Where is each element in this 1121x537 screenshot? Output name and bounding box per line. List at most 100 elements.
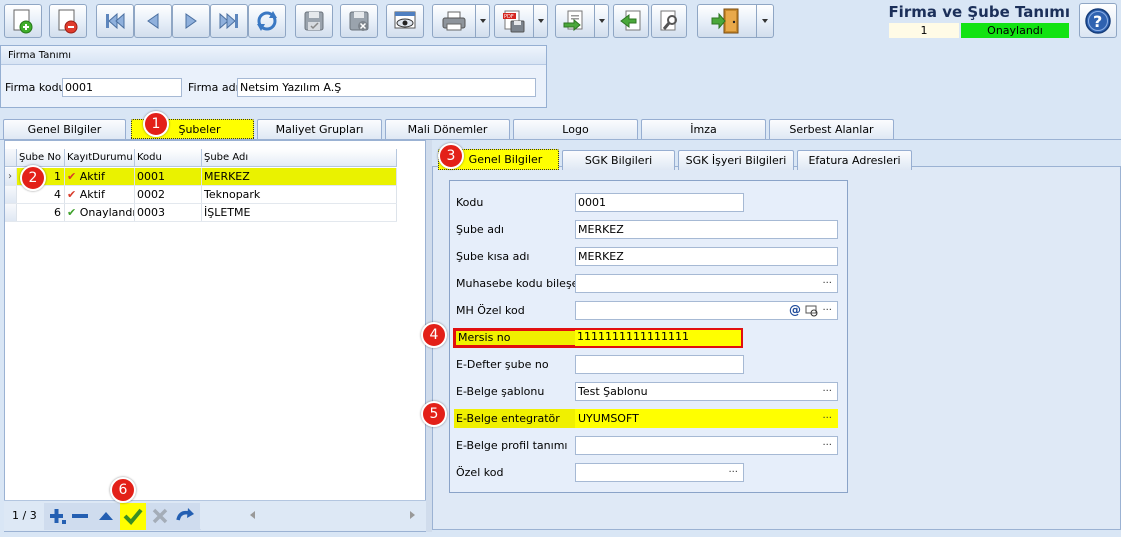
scroll-left-icon[interactable] bbox=[250, 511, 255, 519]
table-row[interactable]: › 1 ✔ Aktif 0001 MERKEZ bbox=[5, 168, 397, 186]
lookup-icon[interactable] bbox=[805, 305, 819, 319]
edefter-sube-no-input[interactable] bbox=[575, 355, 744, 374]
back-button[interactable] bbox=[613, 4, 649, 38]
back-arrow-icon bbox=[620, 10, 641, 31]
scroll-right-icon[interactable] bbox=[410, 511, 415, 519]
tab-logo[interactable]: Logo bbox=[513, 119, 638, 139]
cell-kayit-durumu-text: Aktif bbox=[79, 170, 105, 183]
row-pointer-icon: › bbox=[8, 171, 12, 182]
save-cancel-button[interactable] bbox=[340, 4, 378, 38]
save-cancel-icon bbox=[349, 11, 369, 31]
new-document-button[interactable] bbox=[4, 4, 42, 38]
check-red-icon: ✔ bbox=[67, 170, 77, 183]
column-header-kayit-durumu[interactable]: KayıtDurumu bbox=[65, 149, 135, 166]
firma-adi-label: Firma adı bbox=[188, 81, 239, 94]
column-header-sube-no[interactable]: Şube No bbox=[17, 149, 65, 166]
ellipsis-button[interactable]: ··· bbox=[822, 383, 832, 400]
firma-group: Firma Tanımı bbox=[0, 45, 547, 108]
preview-button[interactable] bbox=[386, 4, 424, 38]
pdf-dropdown[interactable] bbox=[534, 4, 548, 38]
ebelge-profil-input[interactable]: ··· bbox=[575, 436, 838, 455]
delete-document-button[interactable] bbox=[49, 4, 87, 38]
tab-subeler-label: Şubeler bbox=[178, 123, 221, 136]
confirm-button[interactable] bbox=[120, 503, 146, 530]
subtab-sgk-bilgileri[interactable]: SGK Bilgileri bbox=[562, 150, 675, 170]
row-indicator bbox=[5, 204, 17, 221]
ozel-kod-label: Özel kod bbox=[456, 466, 504, 479]
ellipsis-button[interactable]: ··· bbox=[822, 410, 832, 427]
ellipsis-button[interactable]: ··· bbox=[822, 437, 832, 454]
pdf-export-button[interactable]: PDF bbox=[494, 4, 534, 38]
subtab-genel-bilgiler-label: Genel Bilgiler bbox=[468, 153, 543, 166]
mh-ozel-kod-input[interactable]: @ ··· bbox=[575, 301, 838, 320]
add-row-button[interactable] bbox=[47, 505, 67, 527]
tools-button[interactable] bbox=[651, 4, 687, 38]
subtab-sgk-isyeri-bilgileri[interactable]: SGK İşyeri Bilgileri bbox=[678, 150, 794, 170]
annotation-badge-6: 6 bbox=[110, 477, 136, 503]
next-record-button[interactable] bbox=[172, 4, 210, 38]
tab-serbest-alanlar[interactable]: Serbest Alanlar bbox=[769, 119, 894, 139]
exit-dropdown[interactable] bbox=[757, 4, 774, 38]
print-button[interactable] bbox=[432, 4, 476, 38]
row-indicator: › bbox=[5, 168, 17, 185]
new-document-icon bbox=[13, 9, 33, 34]
ellipsis-button[interactable]: ··· bbox=[728, 464, 738, 481]
mersis-no-input[interactable]: 1111111111111111 bbox=[575, 330, 741, 346]
refresh-icon bbox=[257, 11, 277, 31]
save-button[interactable] bbox=[295, 4, 333, 38]
column-header-kodu[interactable]: Kodu bbox=[135, 149, 202, 166]
ebelge-entegrator-input[interactable]: UYUMSOFT ··· bbox=[575, 409, 838, 428]
redo-button[interactable] bbox=[174, 505, 196, 527]
table-row[interactable]: 6 ✔ Onaylandı 0003 İŞLETME bbox=[5, 204, 397, 222]
subtab-efatura-adresleri[interactable]: Efatura Adresleri bbox=[797, 150, 912, 170]
mh-ozel-kod-label: MH Özel kod bbox=[456, 304, 525, 317]
cell-kodu: 0001 bbox=[135, 168, 202, 185]
tab-maliyet-gruplari[interactable]: Maliyet Grupları bbox=[257, 119, 382, 139]
sube-kisa-adi-input[interactable]: MERKEZ bbox=[575, 247, 838, 266]
cell-sube-adi: Teknopark bbox=[202, 186, 397, 203]
pdf-export-icon: PDF bbox=[503, 10, 525, 33]
check-red-icon: ✔ bbox=[67, 188, 77, 201]
refresh-button[interactable] bbox=[248, 4, 286, 38]
at-sign-icon[interactable]: @ bbox=[789, 302, 801, 319]
ozel-kod-input[interactable]: ··· bbox=[575, 463, 744, 482]
grid-horizontal-scrollbar[interactable] bbox=[200, 502, 422, 529]
ebelge-profil-label: E-Belge profil tanımı bbox=[456, 439, 568, 452]
muhasebe-kodu-input[interactable]: ··· bbox=[575, 274, 838, 293]
check-green-icon: ✔ bbox=[67, 206, 77, 219]
column-header-sube-adi[interactable]: Şube Adı bbox=[202, 149, 397, 166]
export-dropdown[interactable] bbox=[595, 4, 609, 38]
ellipsis-button[interactable]: ··· bbox=[822, 275, 832, 292]
annotation-badge-1: 1 bbox=[143, 111, 169, 137]
kodu-input[interactable]: 0001 bbox=[575, 193, 744, 212]
cell-kayit-durumu: ✔ Aktif bbox=[65, 168, 135, 185]
firma-kodu-input[interactable]: 0001 bbox=[62, 78, 182, 97]
triangle-up-icon bbox=[99, 512, 113, 520]
tab-genel-bilgiler[interactable]: Genel Bilgiler bbox=[3, 119, 126, 139]
sube-adi-input[interactable]: MERKEZ bbox=[575, 220, 838, 239]
annotation-badge-5: 5 bbox=[421, 401, 447, 427]
firma-adi-input[interactable]: Netsim Yazılım A.Ş bbox=[237, 78, 536, 97]
help-button[interactable]: ? bbox=[1079, 3, 1117, 38]
previous-record-button[interactable] bbox=[134, 4, 172, 38]
cell-sube-adi: İŞLETME bbox=[202, 204, 397, 221]
cell-kayit-durumu: ✔ Onaylandı bbox=[65, 204, 135, 221]
ellipsis-button[interactable]: ··· bbox=[822, 302, 832, 319]
ebelge-sablonu-input[interactable]: Test Şablonu ··· bbox=[575, 382, 838, 401]
chevron-down-icon bbox=[762, 19, 768, 23]
print-dropdown[interactable] bbox=[476, 4, 490, 38]
tab-mali-donemler[interactable]: Mali Dönemler bbox=[385, 119, 510, 139]
grid-nav-tools bbox=[44, 503, 201, 530]
cell-sube-no: 4 bbox=[17, 186, 65, 203]
tab-imza[interactable]: İmza bbox=[641, 119, 766, 139]
cell-kodu: 0002 bbox=[135, 186, 202, 203]
first-record-button[interactable] bbox=[96, 4, 134, 38]
annotation-badge-3: 3 bbox=[438, 143, 464, 169]
table-row[interactable]: 4 ✔ Aktif 0002 Teknopark bbox=[5, 186, 397, 204]
last-record-button[interactable] bbox=[210, 4, 248, 38]
exit-button[interactable] bbox=[697, 4, 757, 38]
remove-row-button[interactable] bbox=[70, 505, 90, 527]
export-button[interactable] bbox=[555, 4, 595, 38]
move-up-button[interactable] bbox=[96, 505, 116, 527]
cancel-edit-button[interactable] bbox=[150, 505, 170, 527]
